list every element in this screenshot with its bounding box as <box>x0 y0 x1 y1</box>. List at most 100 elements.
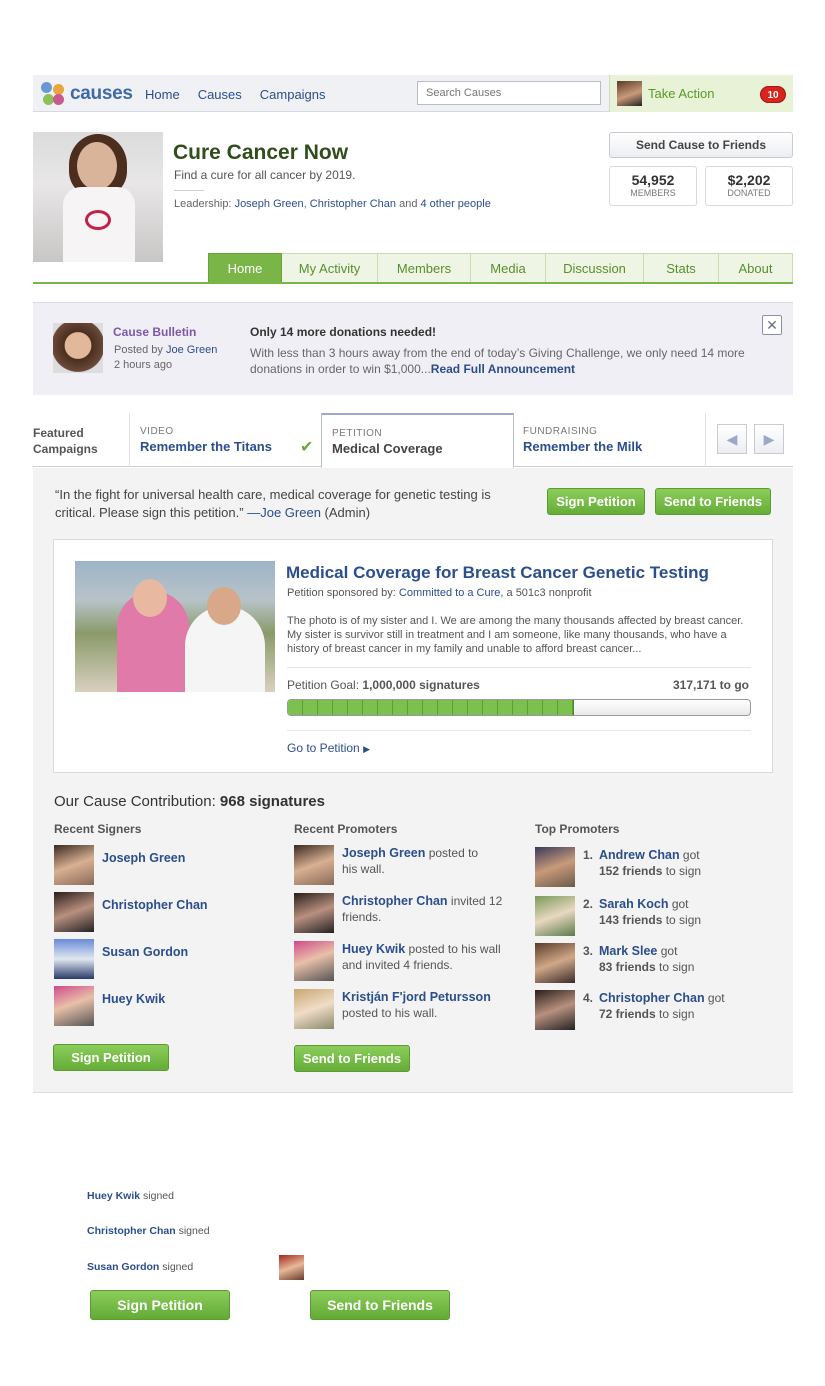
divider <box>705 413 706 467</box>
send-to-friends-button[interactable]: Send to Friends <box>655 488 771 515</box>
petition-panel: “In the fight for universal health care,… <box>33 468 793 1093</box>
petition-photo[interactable] <box>75 561 275 692</box>
leader-link[interactable]: Christopher Chan <box>310 198 396 210</box>
sponsor-suffix: , a 501c3 nonprofit <box>500 587 592 599</box>
petition-description: The photo is of my sister and I. We are … <box>287 615 744 655</box>
author-avatar[interactable] <box>53 323 103 373</box>
search-input[interactable] <box>417 81 601 105</box>
causes-logo[interactable]: causes <box>41 82 133 106</box>
bulletin-author-link[interactable]: Joe Green <box>166 344 217 356</box>
avatar[interactable] <box>535 990 575 1030</box>
close-icon[interactable]: ✕ <box>762 315 782 335</box>
promoter-name-link[interactable]: Christopher Chan <box>342 894 448 908</box>
take-action-label: Take Action <box>648 86 715 101</box>
go-to-petition-link[interactable]: Go to Petition ▶ <box>287 741 370 755</box>
sponsor-link[interactable]: Committed to a Cure <box>399 587 500 599</box>
triangle-right-icon[interactable]: ▶ <box>754 424 784 454</box>
take-action-button[interactable]: Take Action 10 <box>609 75 793 112</box>
feed-item: Christopher Chan signed <box>87 1225 210 1237</box>
feed-name-link[interactable]: Christopher Chan <box>87 1225 176 1237</box>
cause-tabs: Home My Activity Members Media Discussio… <box>208 253 793 283</box>
list-item: 1. Andrew Chan got 152 friends to sign <box>535 847 735 887</box>
petition-title[interactable]: Medical Coverage for Breast Cancer Genet… <box>286 563 709 583</box>
send-to-friends-button[interactable]: Send to Friends <box>294 1045 410 1072</box>
avatar[interactable] <box>294 893 334 933</box>
avatar[interactable] <box>294 941 334 981</box>
campaign-item-petition[interactable]: PETITION Medical Coverage <box>321 413 514 468</box>
avatar[interactable] <box>294 989 334 1029</box>
promoter-name-link[interactable]: Huey Kwik <box>342 942 405 956</box>
top-promoters-title: Top Promoters <box>535 822 620 836</box>
feed-name-link[interactable]: Huey Kwik <box>87 1190 140 1202</box>
avatar[interactable] <box>54 892 94 932</box>
petition-goal: Petition Goal: 1,000,000 signatures <box>287 678 480 692</box>
tab-members[interactable]: Members <box>378 253 471 283</box>
signer-name-link[interactable]: Christopher Chan <box>102 898 208 912</box>
tab-about[interactable]: About <box>719 253 793 283</box>
logo-text: causes <box>70 83 133 104</box>
goal-remaining: 317,171 to go <box>672 678 749 692</box>
sign-petition-button[interactable]: Sign Petition <box>53 1044 169 1071</box>
feed-item: Susan Gordon signed <box>87 1261 194 1273</box>
tab-home[interactable]: Home <box>208 253 282 283</box>
promoter-name-link[interactable]: Joseph Green <box>342 846 425 860</box>
list-item: 4. Christopher Chan got 72 friends to sign <box>535 990 755 1030</box>
leadership-and: and <box>399 198 418 210</box>
tab-media[interactable]: Media <box>471 253 546 283</box>
read-announcement-link[interactable]: Read Full Announcement <box>431 362 575 376</box>
bulletin-time: 2 hours ago <box>114 359 173 371</box>
signer-name-link[interactable]: Joseph Green <box>102 851 185 865</box>
tab-my-activity[interactable]: My Activity <box>282 253 378 283</box>
list-item: 3. Mark Slee got 83 friends to sign <box>535 943 735 983</box>
campaign-item-video[interactable]: VIDEO Remember the Titans ✔ <box>129 413 322 467</box>
leader-link[interactable]: Joseph Green <box>235 198 304 210</box>
avatar[interactable] <box>294 845 334 885</box>
leader-others-link[interactable]: 4 other people <box>421 198 491 210</box>
members-count: 54,952 <box>631 172 675 188</box>
promoter-count: 143 friends <box>599 913 663 927</box>
nav-causes[interactable]: Causes <box>198 87 242 102</box>
sign-petition-button[interactable]: Sign Petition <box>547 488 645 515</box>
admin-quote: “In the fight for universal health care,… <box>55 486 515 522</box>
avatar[interactable] <box>535 943 575 983</box>
list-item: Kristján F'jord Petursson posted to his … <box>294 989 509 1029</box>
promoter-name-link[interactable]: Mark Slee <box>599 944 657 958</box>
tab-stats[interactable]: Stats <box>644 253 719 283</box>
list-item: Huey Kwik <box>54 986 165 1026</box>
avatar[interactable] <box>54 986 94 1026</box>
donated-stat[interactable]: $2,202 DONATED <box>705 166 793 206</box>
signer-name-link[interactable]: Susan Gordon <box>102 945 188 959</box>
avatar[interactable] <box>535 847 575 887</box>
nav-home[interactable]: Home <box>145 87 180 102</box>
avatar[interactable] <box>535 896 575 936</box>
promoter-name-link[interactable]: Christopher Chan <box>599 991 705 1005</box>
quote-author-link[interactable]: —Joe Green <box>247 505 321 520</box>
avatar[interactable] <box>54 939 94 979</box>
progress-fill <box>288 700 575 715</box>
bulletin-posted-by: Posted by Joe Green <box>114 344 217 356</box>
triangle-right-icon: ▶ <box>363 744 370 754</box>
leadership-label: Leadership: <box>174 198 232 210</box>
featured-campaigns-label: Featured Campaigns <box>33 426 98 456</box>
avatar[interactable] <box>279 1255 304 1280</box>
promoter-count: 72 friends <box>599 1007 656 1021</box>
tab-discussion[interactable]: Discussion <box>546 253 644 283</box>
goal-value: 1,000,000 signatures <box>362 678 480 692</box>
campaign-kind: VIDEO <box>140 426 174 437</box>
triangle-left-icon[interactable]: ◀ <box>717 424 747 454</box>
feed-name-link[interactable]: Susan Gordon <box>87 1261 159 1273</box>
promoter-name-link[interactable]: Kristján F'jord Petursson <box>342 990 491 1004</box>
list-item: Huey Kwik posted to his wall and invited… <box>294 941 504 981</box>
signer-name-link[interactable]: Huey Kwik <box>102 992 165 1006</box>
members-stat[interactable]: 54,952 MEMBERS <box>609 166 697 206</box>
send-cause-button[interactable]: Send Cause to Friends <box>609 132 793 158</box>
nav-campaigns[interactable]: Campaigns <box>260 87 326 102</box>
campaign-item-fundraising[interactable]: FUNDRAISING Remember the Milk <box>513 413 706 467</box>
promoter-name-link[interactable]: Andrew Chan <box>599 848 680 862</box>
avatar[interactable] <box>54 845 94 885</box>
list-item: Joseph Green posted to his wall. <box>294 845 494 885</box>
bulletin-body: With less than 3 hours away from the end… <box>250 345 750 377</box>
send-to-friends-button[interactable]: Send to Friends <box>310 1290 450 1320</box>
promoter-name-link[interactable]: Sarah Koch <box>599 897 668 911</box>
sign-petition-button[interactable]: Sign Petition <box>90 1290 230 1320</box>
